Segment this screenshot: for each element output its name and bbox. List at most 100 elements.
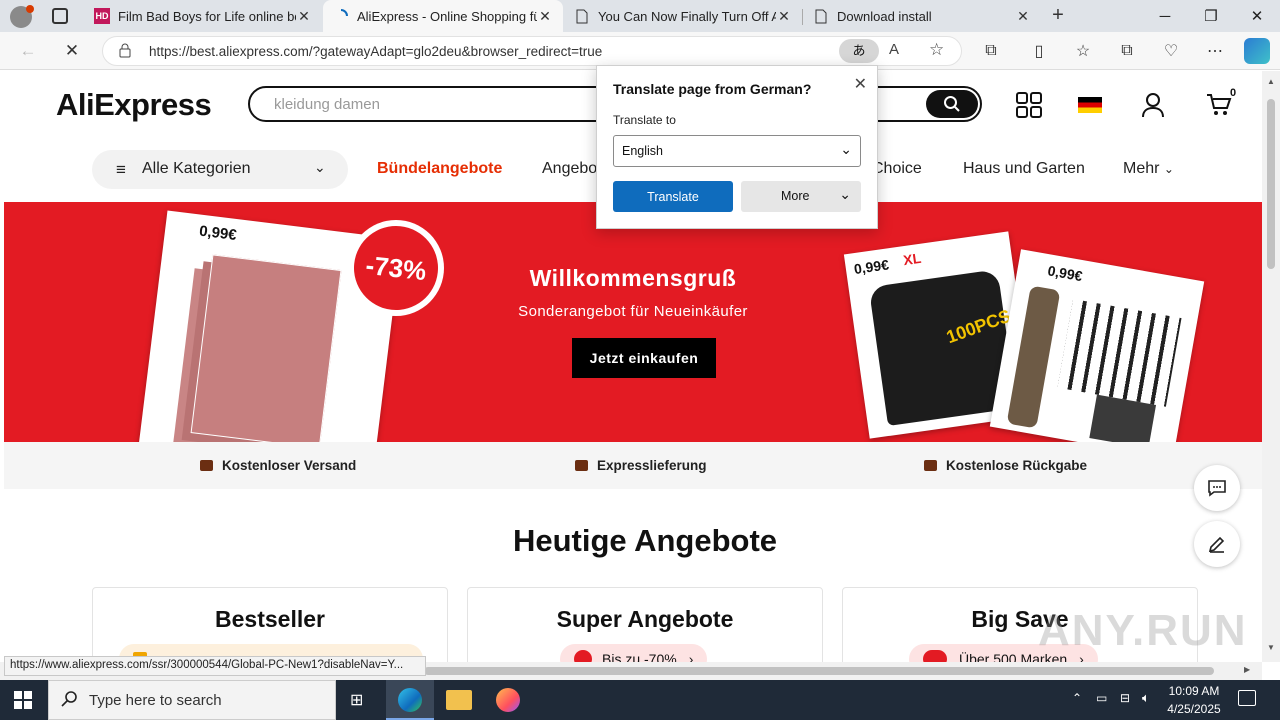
search-input[interactable]: kleidung damen — [274, 96, 380, 113]
tab-film-bad-boys[interactable]: HD Film Bad Boys for Life online besp ✕ — [84, 0, 322, 32]
windows-taskbar: Type here to search ⊞ ⌃ ▭ ⊟ 🔈︎ 10:09 AM … — [0, 680, 1280, 720]
translate-to-label: Translate to — [613, 113, 676, 127]
status-link-preview: https://www.aliexpress.com/ssr/300000544… — [4, 656, 426, 676]
scrollbar-thumb[interactable] — [424, 667, 1214, 675]
card-title: Super Angebote — [556, 606, 734, 632]
feedback-button[interactable] — [1194, 521, 1240, 567]
more-options-button[interactable]: More ⌄ — [741, 181, 861, 212]
feature-label: Expresslieferung — [597, 458, 707, 473]
firefox-icon[interactable] — [496, 688, 520, 712]
menu-icon: ≡ — [116, 160, 126, 179]
account-icon[interactable] — [1138, 91, 1168, 119]
taskbar-search[interactable]: Type here to search — [48, 680, 336, 720]
settings-more-icon[interactable]: ⋯ — [1202, 38, 1228, 64]
shop-now-button[interactable]: Jetzt einkaufen — [572, 338, 716, 378]
volume-icon[interactable]: 🔈︎ — [1142, 690, 1150, 706]
vertical-scrollbar[interactable]: ▲ ▼ — [1262, 71, 1280, 662]
chat-icon — [1208, 480, 1226, 497]
aliexpress-logo[interactable]: AliExpress — [56, 87, 212, 123]
pill-label: Bis zu -70% — [602, 651, 677, 662]
taskbar-clock[interactable]: 10:09 AM 4/25/2025 — [1158, 682, 1230, 718]
minimize-button[interactable]: ─ — [1142, 0, 1188, 32]
profile-avatar[interactable] — [10, 5, 34, 28]
chevron-down-icon: ⌄ — [1163, 162, 1174, 176]
card-super-deals[interactable]: Super Angebote Bis zu -70% › — [467, 587, 823, 662]
qr-code-icon[interactable] — [1014, 91, 1044, 119]
feature-label: Kostenlose Rückgabe — [946, 458, 1088, 473]
new-tab-button[interactable]: + — [1046, 4, 1070, 28]
tab-aliexpress[interactable]: AliExpress - Online Shopping für ✕ — [323, 0, 563, 32]
lock-icon[interactable] — [119, 43, 131, 58]
scroll-down-icon[interactable]: ▼ — [1267, 643, 1275, 652]
loading-spinner-icon — [333, 8, 349, 24]
close-icon[interactable]: ✕ — [854, 74, 867, 94]
windows-start-icon[interactable] — [14, 691, 32, 712]
box-icon — [575, 460, 588, 471]
tab-actions-icon[interactable] — [52, 8, 68, 24]
nav-bundle-deals[interactable]: Bündelangebote — [377, 160, 502, 178]
favorites-icon[interactable]: ☆ — [1070, 38, 1096, 64]
anyrun-watermark: ANY.RUN — [1038, 606, 1248, 655]
network-icon[interactable]: ▭ — [1096, 691, 1107, 705]
welcome-banner[interactable]: 0,99€ -73% Willkommensgruß Sonderangebot… — [4, 202, 1262, 442]
tab-turn-off[interactable]: You Can Now Finally Turn Off All ✕ — [564, 0, 802, 32]
search-button[interactable] — [926, 90, 978, 118]
edge-taskbar-icon[interactable] — [386, 680, 434, 720]
close-tab-icon[interactable]: ✕ — [776, 8, 792, 25]
brand-icon — [923, 650, 947, 662]
edit-icon — [1208, 536, 1225, 553]
back-button[interactable]: ← — [14, 38, 42, 64]
card-bestseller[interactable]: Bestseller — [92, 587, 448, 662]
browser-essentials-icon[interactable]: ♡ — [1158, 38, 1184, 64]
chevron-down-icon: ⌄ — [314, 159, 326, 175]
price-label: 0,99€ — [198, 222, 238, 245]
chevron-up-icon[interactable]: ⌃ — [1072, 691, 1082, 705]
feature-label: Kostenloser Versand — [222, 458, 357, 473]
translate-icon[interactable]: あ — [839, 39, 879, 63]
read-aloud-icon[interactable]: A — [889, 41, 899, 58]
address-bar[interactable]: https://best.aliexpress.com/?gatewayAdap… — [102, 36, 962, 66]
all-categories-button[interactable]: ≡ Alle Kategorien ⌄ — [92, 150, 348, 189]
close-window-button[interactable]: ✕ — [1234, 0, 1280, 32]
translate-popup: Translate page from German? ✕ Translate … — [596, 65, 878, 229]
page-favicon-icon — [574, 8, 590, 24]
scrollbar-thumb[interactable] — [1267, 99, 1275, 269]
down-arrow-icon — [574, 650, 592, 662]
scroll-up-icon[interactable]: ▲ — [1267, 77, 1275, 86]
more-label: More — [781, 189, 810, 203]
cart-icon[interactable]: 0 — [1204, 87, 1236, 119]
collections-icon[interactable]: ⧉ — [1114, 38, 1140, 64]
translate-button[interactable]: Translate — [613, 181, 733, 212]
german-flag-icon[interactable] — [1078, 97, 1102, 113]
favorite-star-icon[interactable]: ☆ — [929, 40, 944, 60]
scroll-right-icon[interactable]: ▶ — [1244, 665, 1250, 674]
restore-button[interactable]: ❐ — [1188, 0, 1234, 32]
close-tab-icon[interactable]: ✕ — [296, 8, 312, 25]
file-explorer-icon[interactable] — [446, 690, 472, 710]
xl-label: XL — [902, 249, 923, 269]
split-screen-icon[interactable]: ▯ — [1026, 38, 1052, 64]
nav-angebote[interactable]: Angebo — [542, 160, 597, 178]
product-image-trimmer[interactable]: 0,99€ — [989, 249, 1205, 442]
chevron-right-icon: › — [688, 651, 694, 662]
chat-button[interactable] — [1194, 465, 1240, 511]
cart-count: 0 — [1230, 87, 1237, 99]
close-tab-icon[interactable]: ✕ — [1015, 8, 1031, 25]
nav-more[interactable]: Mehr ⌄ — [1123, 160, 1174, 178]
url-text[interactable]: https://best.aliexpress.com/?gatewayAdap… — [149, 44, 602, 59]
super-deals-pill[interactable]: Bis zu -70% › — [560, 644, 708, 662]
nav-choice[interactable]: Choice — [872, 160, 922, 178]
deals-heading: Heutige Angebote — [512, 523, 778, 558]
task-view-icon[interactable]: ⊞ — [350, 690, 363, 710]
notifications-icon[interactable] — [1238, 690, 1256, 706]
extensions-icon[interactable]: ⧉ — [978, 38, 1004, 64]
close-tab-icon[interactable]: ✕ — [537, 8, 553, 25]
stop-loading-button[interactable]: ✕ — [58, 38, 86, 64]
nav-home-garden[interactable]: Haus und Garten — [963, 160, 1085, 178]
taskbar-search-placeholder: Type here to search — [89, 692, 222, 709]
language-select[interactable]: English ⌄ — [613, 135, 861, 167]
copilot-icon[interactable] — [1244, 38, 1270, 64]
service-features-bar: Kostenloser Versand Expresslieferung Kos… — [4, 442, 1262, 489]
ethernet-icon[interactable]: ⊟ — [1120, 691, 1130, 705]
tab-download-install[interactable]: Download install ✕ — [803, 0, 1041, 32]
